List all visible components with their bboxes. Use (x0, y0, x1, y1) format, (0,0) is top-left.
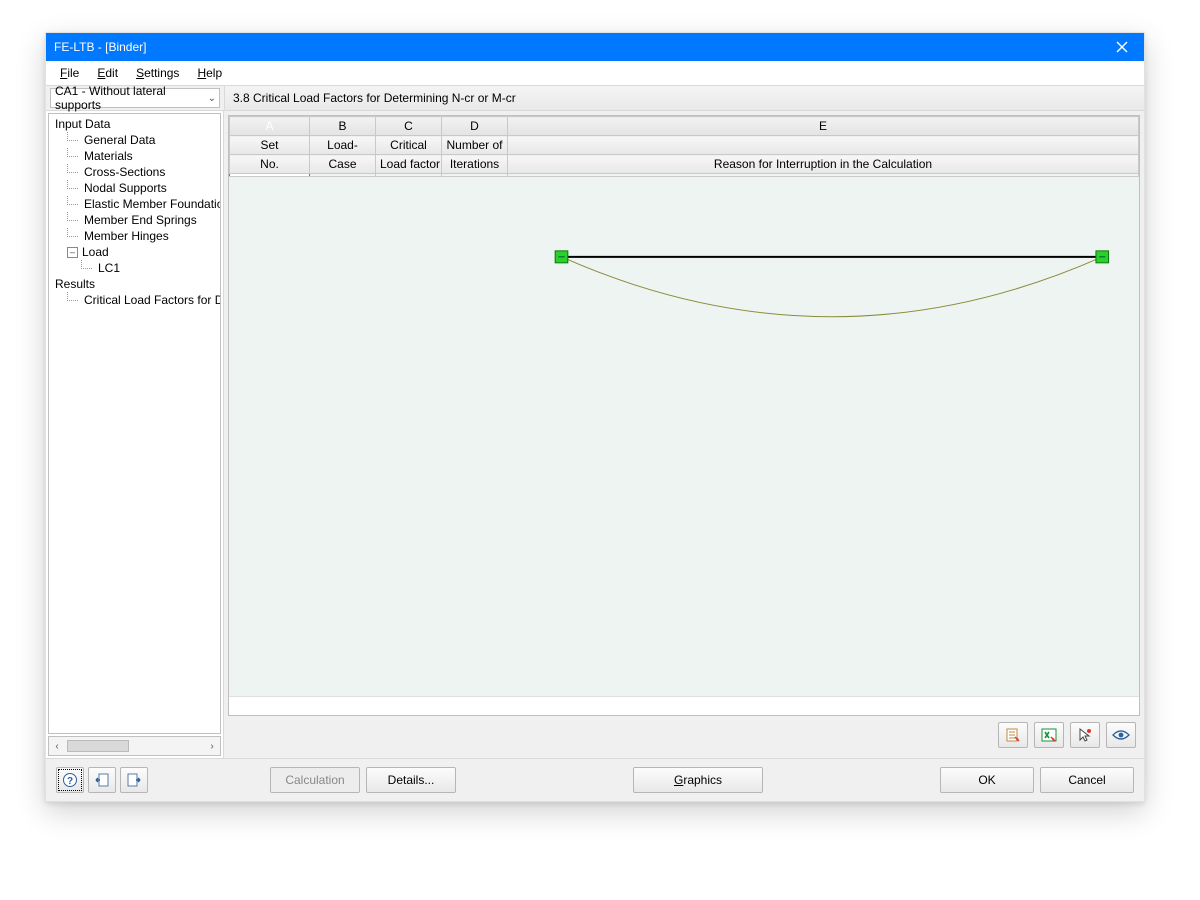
help-button[interactable]: ? (56, 767, 84, 793)
col-header-load: Load- (310, 136, 376, 155)
sidebar-hscrollbar[interactable]: ‹ › (48, 736, 221, 756)
col-header-set: Set (230, 136, 310, 155)
collapse-icon[interactable]: – (67, 247, 78, 258)
beam-diagram (509, 177, 1139, 696)
excel-icon (1041, 727, 1057, 743)
menubar: File Edit Settings Help (46, 61, 1144, 86)
tree-materials[interactable]: Materials (82, 148, 135, 164)
app-window: FE-LTB - [Binder] File Edit Settings Hel… (45, 32, 1145, 802)
bottom-bar: ? Calculation Details... Graphics (46, 758, 1144, 801)
col-header-case: Case (310, 155, 376, 174)
tree-member-hinges[interactable]: Member Hinges (82, 228, 171, 244)
col-header-iterations: Iterations (442, 155, 508, 174)
col-header-no: No. (230, 155, 310, 174)
col-header-e1 (508, 136, 1139, 155)
tree-results[interactable]: Results (53, 276, 97, 292)
page-next-icon (126, 772, 142, 788)
details-button[interactable]: Details... (366, 767, 456, 793)
content-toolbar (228, 716, 1140, 754)
scroll-thumb[interactable] (67, 740, 129, 752)
close-button[interactable] (1100, 33, 1144, 61)
tree-nodal-supports[interactable]: Nodal Supports (82, 180, 169, 196)
tree-cross-sections[interactable]: Cross-Sections (82, 164, 167, 180)
prev-button[interactable] (88, 767, 116, 793)
next-button[interactable] (120, 767, 148, 793)
scroll-left-icon[interactable]: ‹ (49, 741, 65, 752)
tree-general-data[interactable]: General Data (82, 132, 157, 148)
tree-load[interactable]: Load (80, 244, 111, 260)
case-selector-value: CA1 - Without lateral supports (55, 84, 215, 112)
tree-critical-load-factors[interactable]: Critical Load Factors for Determining N-… (82, 292, 221, 308)
col-letter-A[interactable]: A (230, 117, 310, 136)
excel-export-button[interactable] (1034, 722, 1064, 748)
sidebar: Input Data General Data Materials Cross-… (46, 111, 224, 758)
window-title: FE-LTB - [Binder] (54, 40, 146, 54)
titlebar: FE-LTB - [Binder] (46, 33, 1144, 61)
tree-member-end-springs[interactable]: Member End Springs (82, 212, 199, 228)
col-header-reason: Reason for Interruption in the Calculati… (508, 155, 1139, 174)
pick-button[interactable] (1070, 722, 1100, 748)
col-header-loadfactor: Load factor (376, 155, 442, 174)
main-area: Input Data General Data Materials Cross-… (46, 111, 1144, 758)
content-header: 3.8 Critical Load Factors for Determinin… (225, 86, 1144, 110)
table-export-icon (1005, 727, 1021, 743)
results-grid-container: A B C D E Set Load- Critical Number of (229, 116, 1139, 176)
case-selector[interactable]: CA1 - Without lateral supports ⌄ (50, 88, 220, 108)
calculation-button[interactable]: Calculation (270, 767, 360, 793)
menu-help[interactable]: Help (189, 64, 230, 82)
case-selector-container: CA1 - Without lateral supports ⌄ (46, 86, 225, 110)
tree-elastic-member-foundations[interactable]: Elastic Member Foundations (82, 196, 221, 212)
graphics-button[interactable]: Graphics (633, 767, 763, 793)
chevron-down-icon: ⌄ (208, 93, 216, 104)
cursor-pick-icon (1077, 727, 1093, 743)
menu-file[interactable]: File (52, 64, 87, 82)
close-icon (1116, 41, 1128, 53)
page-prev-icon (94, 772, 110, 788)
cancel-button[interactable]: Cancel (1040, 767, 1134, 793)
content-pane: A B C D E Set Load- Critical Number of (224, 111, 1144, 758)
nav-tree[interactable]: Input Data General Data Materials Cross-… (48, 113, 221, 734)
col-letter-D[interactable]: D (442, 117, 508, 136)
view-button[interactable] (1106, 722, 1136, 748)
col-header-critical: Critical (376, 136, 442, 155)
menu-edit[interactable]: Edit (89, 64, 126, 82)
content-body: A B C D E Set Load- Critical Number of (228, 115, 1140, 716)
ok-button[interactable]: OK (940, 767, 1034, 793)
grid-footer-strip (229, 696, 1139, 715)
col-header-number: Number of (442, 136, 508, 155)
export-button[interactable] (998, 722, 1028, 748)
tree-lc1[interactable]: LC1 (96, 260, 122, 276)
col-letter-E[interactable]: E (508, 117, 1139, 136)
svg-text:?: ? (67, 776, 73, 787)
menu-settings[interactable]: Settings (128, 64, 187, 82)
scroll-right-icon[interactable]: › (204, 741, 220, 752)
col-letter-C[interactable]: C (376, 117, 442, 136)
visualization-area (229, 176, 1139, 696)
col-letter-B[interactable]: B (310, 117, 376, 136)
eye-icon (1112, 729, 1130, 741)
tree-input-data[interactable]: Input Data (53, 116, 112, 132)
help-icon: ? (62, 772, 78, 788)
toolstrip: CA1 - Without lateral supports ⌄ 3.8 Cri… (46, 86, 1144, 111)
